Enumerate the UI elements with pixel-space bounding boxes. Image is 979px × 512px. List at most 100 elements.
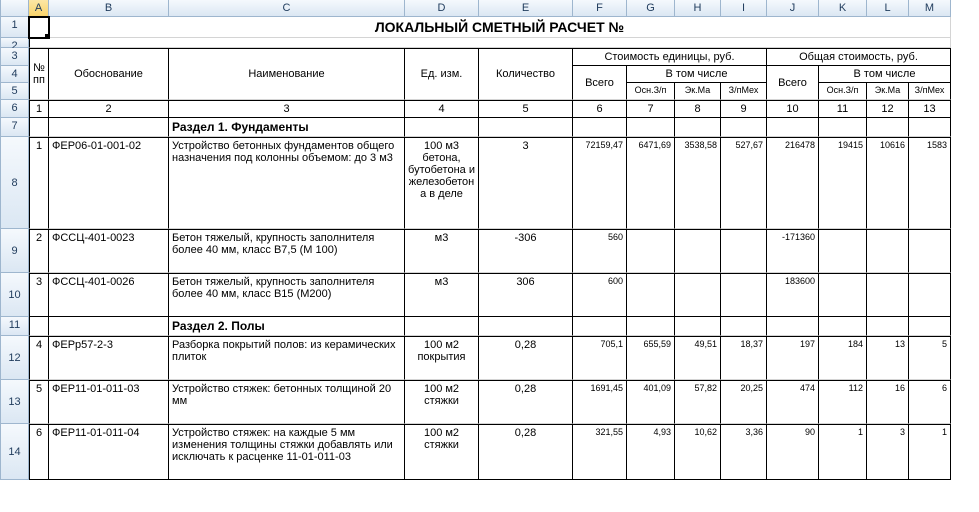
colnum: 10 <box>767 100 819 118</box>
table-cell <box>627 229 675 273</box>
hdr-total-2: Всего <box>767 66 819 100</box>
table-cell: -171360 <box>767 229 819 273</box>
table-cell: 6 <box>909 380 951 424</box>
row-header-3[interactable]: 3 <box>1 48 29 66</box>
col-header-A[interactable]: A <box>29 0 49 17</box>
row-header-11[interactable]: 11 <box>1 317 29 336</box>
table-cell: 112 <box>819 380 867 424</box>
row-header-7[interactable]: 7 <box>1 118 29 137</box>
col-header-C[interactable]: C <box>169 0 405 17</box>
cell <box>675 118 721 137</box>
table-cell: 10,62 <box>675 424 721 480</box>
cell <box>405 317 479 336</box>
table-cell: Устройство бетонных фундаментов общего н… <box>169 137 405 229</box>
col-header-D[interactable]: D <box>405 0 479 17</box>
table-cell: 100 м2 стяжки <box>405 424 479 480</box>
table-cell <box>675 229 721 273</box>
active-cell[interactable] <box>29 17 49 38</box>
table-cell: 3538,58 <box>675 137 721 229</box>
table-cell <box>721 273 767 317</box>
row-header-4[interactable]: 4 <box>1 66 29 83</box>
cell <box>29 38 951 48</box>
table-cell: 20,25 <box>721 380 767 424</box>
table-cell: 49,51 <box>675 336 721 380</box>
cell <box>405 118 479 137</box>
row-header-9[interactable]: 9 <box>1 229 29 273</box>
table-cell: 3,36 <box>721 424 767 480</box>
table-cell: 100 м2 покрытия <box>405 336 479 380</box>
col-header-M[interactable]: M <box>909 0 951 17</box>
hdr-incl-1: В том числе <box>627 66 767 83</box>
col-header-K[interactable]: K <box>819 0 867 17</box>
table-cell: 1 <box>29 137 49 229</box>
col-header-I[interactable]: I <box>721 0 767 17</box>
hdr-cost-unit: Стоимость единицы, руб. <box>573 48 767 66</box>
table-cell <box>909 229 951 273</box>
table-cell: 13 <box>867 336 909 380</box>
table-cell: 183600 <box>767 273 819 317</box>
hdr-total-1: Всего <box>573 66 627 100</box>
table-cell: ФССЦ-401-0023 <box>49 229 169 273</box>
row-header-1[interactable]: 1 <box>1 17 29 38</box>
cell <box>627 118 675 137</box>
table-cell: 6471,69 <box>627 137 675 229</box>
table-cell: Бетон тяжелый, крупность заполнителя бол… <box>169 273 405 317</box>
row-header-6[interactable]: 6 <box>1 100 29 118</box>
row-header-13[interactable]: 13 <box>1 380 29 424</box>
table-cell: Разборка покрытий полов: из керамических… <box>169 336 405 380</box>
hdr-zpm-2: З/пМех <box>909 83 951 100</box>
colnum: 6 <box>573 100 627 118</box>
colnum: 9 <box>721 100 767 118</box>
select-all-corner[interactable] <box>1 0 29 17</box>
colnum: 1 <box>29 100 49 118</box>
cell <box>767 317 819 336</box>
table-cell: ФЕР11-01-011-04 <box>49 424 169 480</box>
row-header-10[interactable]: 10 <box>1 273 29 317</box>
row-header-8[interactable]: 8 <box>1 137 29 229</box>
cell <box>721 118 767 137</box>
row-header-2[interactable]: 2 <box>1 38 29 48</box>
col-header-G[interactable]: G <box>627 0 675 17</box>
cell <box>573 317 627 336</box>
cell <box>479 118 573 137</box>
cell <box>909 317 951 336</box>
row-header-12[interactable]: 12 <box>1 336 29 380</box>
spreadsheet-grid[interactable]: A B C D E F G H I J K L M 1 ЛОКАЛЬНЫЙ СМ… <box>0 0 979 480</box>
table-cell: 57,82 <box>675 380 721 424</box>
col-header-B[interactable]: B <box>49 0 169 17</box>
table-cell: 655,59 <box>627 336 675 380</box>
cell <box>573 118 627 137</box>
hdr-name: Наименование <box>169 48 405 100</box>
col-header-F[interactable]: F <box>573 0 627 17</box>
table-cell: 72159,47 <box>573 137 627 229</box>
row-header-5[interactable]: 5 <box>1 83 29 100</box>
hdr-incl-2: В том числе <box>819 66 951 83</box>
table-cell: 3 <box>867 424 909 480</box>
table-cell: 3 <box>29 273 49 317</box>
col-header-E[interactable]: E <box>479 0 573 17</box>
table-cell: 5 <box>909 336 951 380</box>
table-cell: ФЕР11-01-011-03 <box>49 380 169 424</box>
col-header-L[interactable]: L <box>867 0 909 17</box>
table-cell: Бетон тяжелый, крупность заполнителя бол… <box>169 229 405 273</box>
cell <box>675 317 721 336</box>
table-cell: 6 <box>29 424 49 480</box>
table-cell: 2 <box>29 229 49 273</box>
hdr-cost-total: Общая стоимость, руб. <box>767 48 951 66</box>
table-cell: 197 <box>767 336 819 380</box>
hdr-osn-2: Осн.З/п <box>819 83 867 100</box>
colnum: 4 <box>405 100 479 118</box>
hdr-unit: Ед. изм. <box>405 48 479 100</box>
colnum: 5 <box>479 100 573 118</box>
table-cell: 1691,45 <box>573 380 627 424</box>
colnum: 11 <box>819 100 867 118</box>
cell <box>819 118 867 137</box>
table-cell: м3 <box>405 273 479 317</box>
hdr-osn-1: Осн.З/п <box>627 83 675 100</box>
col-header-J[interactable]: J <box>767 0 819 17</box>
row-header-14[interactable]: 14 <box>1 424 29 480</box>
cell <box>29 118 49 137</box>
col-header-H[interactable]: H <box>675 0 721 17</box>
table-cell: 560 <box>573 229 627 273</box>
table-cell: 16 <box>867 380 909 424</box>
